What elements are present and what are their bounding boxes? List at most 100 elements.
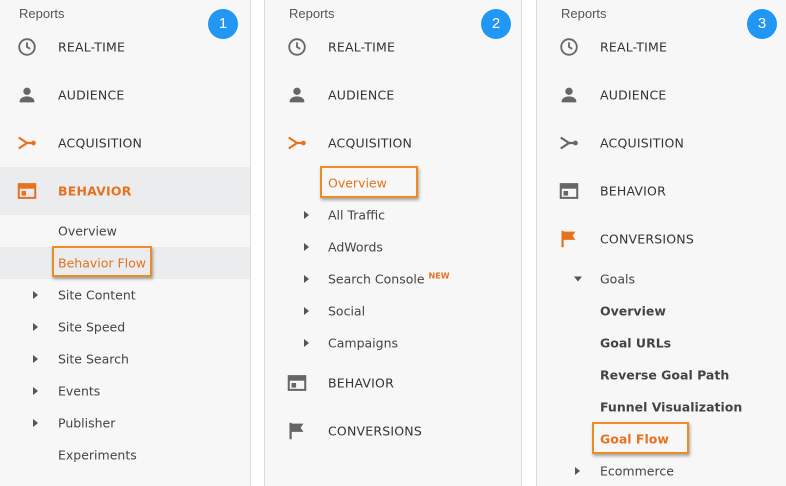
nav-audience[interactable]: AUDIENCE — [537, 71, 786, 119]
new-badge: NEW — [428, 271, 450, 281]
nav-goal-urls[interactable]: Goal URLs — [537, 327, 786, 359]
nav-publisher[interactable]: Publisher — [0, 407, 250, 439]
nav-social-label: Social — [328, 303, 366, 319]
caret-right-icon — [304, 243, 309, 251]
nav-behavior[interactable]: BEHAVIOR — [0, 167, 250, 215]
acquisition-icon — [286, 132, 308, 154]
nav-adwords-label: AdWords — [328, 239, 383, 255]
clock-icon — [558, 36, 580, 58]
nav-reverse-goal-path[interactable]: Reverse Goal Path — [537, 359, 786, 391]
caret-right-icon — [33, 419, 38, 427]
behavior-icon — [558, 180, 580, 202]
nav-audience[interactable]: AUDIENCE — [265, 71, 521, 119]
nav-realtime-label: REAL-TIME — [58, 39, 126, 55]
highlight-box — [320, 166, 418, 198]
caret-down-icon — [574, 276, 582, 282]
caret-right-icon — [304, 307, 309, 315]
caret-right-icon — [33, 291, 38, 299]
nav-acquisition[interactable]: ACQUISITION — [537, 119, 786, 167]
reports-panel-2: Reports 2 REAL-TIME AUDIENCE ACQUISITION… — [264, 0, 522, 486]
nav-ecommerce-label: Ecommerce — [600, 463, 674, 479]
nav-behavior-label: BEHAVIOR — [328, 375, 394, 391]
nav-conversions-label: CONVERSIONS — [600, 231, 694, 247]
nav-realtime[interactable]: REAL-TIME — [0, 23, 250, 71]
nav-events[interactable]: Events — [0, 375, 250, 407]
nav-campaigns[interactable]: Campaigns — [265, 327, 521, 359]
nav-search-console-label: Search Console — [328, 271, 425, 287]
nav-experiments-label: Experiments — [58, 447, 137, 463]
nav-realtime[interactable]: REAL-TIME — [537, 23, 786, 71]
nav-audience-label: AUDIENCE — [600, 87, 667, 103]
flag-icon — [558, 228, 580, 250]
reports-panel-1: Reports 1 REAL-TIME AUDIENCE ACQUISITION… — [0, 0, 251, 486]
nav-goals[interactable]: Goals — [537, 263, 786, 295]
nav-all-traffic[interactable]: All Traffic — [265, 199, 521, 231]
nav-site-content[interactable]: Site Content — [0, 279, 250, 311]
nav-funnel-visualization[interactable]: Funnel Visualization — [537, 391, 786, 423]
acquisition-icon — [16, 132, 38, 154]
nav-search-console-text: Search Console NEW — [328, 271, 450, 286]
nav-acquisition[interactable]: ACQUISITION — [0, 119, 250, 167]
highlight-box — [592, 422, 689, 454]
nav-site-speed[interactable]: Site Speed — [0, 311, 250, 343]
nav-goal-urls-label: Goal URLs — [600, 335, 672, 351]
caret-right-icon — [575, 467, 580, 475]
nav-publisher-label: Publisher — [58, 415, 116, 431]
nav-behavior[interactable]: BEHAVIOR — [265, 359, 521, 407]
nav-behavior[interactable]: BEHAVIOR — [537, 167, 786, 215]
reports-heading: Reports — [561, 6, 607, 21]
highlight-box — [52, 246, 152, 277]
nav-realtime-label: REAL-TIME — [600, 39, 668, 55]
person-icon — [558, 84, 580, 106]
behavior-icon — [16, 180, 38, 202]
caret-right-icon — [33, 355, 38, 363]
reports-heading: Reports — [19, 6, 65, 21]
nav-site-search-label: Site Search — [58, 351, 129, 367]
caret-right-icon — [33, 323, 38, 331]
nav-campaigns-label: Campaigns — [328, 335, 399, 351]
nav-events-label: Events — [58, 383, 101, 399]
clock-icon — [286, 36, 308, 58]
nav-audience[interactable]: AUDIENCE — [0, 71, 250, 119]
nav-behavior-overview-label: Overview — [58, 223, 117, 239]
nav-all-traffic-label: All Traffic — [328, 207, 386, 223]
nav-ecommerce[interactable]: Ecommerce — [537, 455, 786, 486]
nav-experiments[interactable]: Experiments — [0, 439, 250, 471]
nav-funnel-visualization-label: Funnel Visualization — [600, 399, 743, 415]
nav-site-speed-label: Site Speed — [58, 319, 126, 335]
nav-social[interactable]: Social — [265, 295, 521, 327]
nav-acquisition[interactable]: ACQUISITION — [265, 119, 521, 167]
nav-realtime-label: REAL-TIME — [328, 39, 396, 55]
nav-behavior-label: BEHAVIOR — [600, 183, 666, 199]
nav-goals-overview[interactable]: Overview — [537, 295, 786, 327]
nav-audience-label: AUDIENCE — [58, 87, 125, 103]
nav-audience-label: AUDIENCE — [328, 87, 395, 103]
nav-behavior-label: BEHAVIOR — [58, 183, 132, 199]
nav-realtime[interactable]: REAL-TIME — [265, 23, 521, 71]
nav-site-search[interactable]: Site Search — [0, 343, 250, 375]
reports-panel-3: Reports 3 REAL-TIME AUDIENCE ACQUISITION… — [536, 0, 786, 486]
clock-icon — [16, 36, 38, 58]
nav-acquisition-label: ACQUISITION — [58, 135, 143, 151]
caret-right-icon — [33, 387, 38, 395]
nav-conversions[interactable]: CONVERSIONS — [265, 407, 521, 455]
behavior-icon — [286, 372, 308, 394]
nav-goals-label: Goals — [600, 271, 635, 287]
caret-right-icon — [304, 211, 309, 219]
nav-acquisition-label: ACQUISITION — [600, 135, 685, 151]
acquisition-icon — [558, 132, 580, 154]
nav-adwords[interactable]: AdWords — [265, 231, 521, 263]
flag-icon — [286, 420, 308, 442]
nav-behavior-overview[interactable]: Overview — [0, 215, 250, 247]
nav-conversions-label: CONVERSIONS — [328, 423, 422, 439]
caret-right-icon — [304, 339, 309, 347]
reports-heading: Reports — [289, 6, 335, 21]
person-icon — [286, 84, 308, 106]
nav-search-console[interactable]: Search Console NEW — [265, 263, 521, 295]
caret-right-icon — [304, 275, 309, 283]
nav-conversions[interactable]: CONVERSIONS — [537, 215, 786, 263]
nav-site-content-label: Site Content — [58, 287, 136, 303]
nav-reverse-goal-path-label: Reverse Goal Path — [600, 367, 730, 383]
nav-acquisition-label: ACQUISITION — [328, 135, 413, 151]
person-icon — [16, 84, 38, 106]
